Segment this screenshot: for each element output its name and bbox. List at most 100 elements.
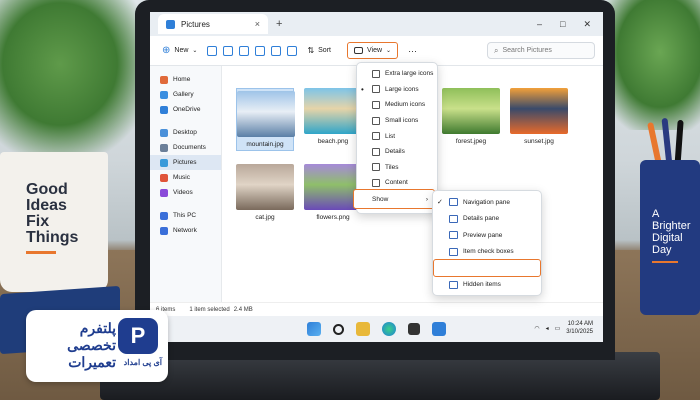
view-option-large-icons[interactable]: • Large icons [357,82,437,98]
badge-line: پلتفرم [79,320,116,336]
sidebar-item-onedrive[interactable]: OneDrive [150,102,221,117]
layout-icon [372,178,380,187]
view-option-extra-large-icons[interactable]: Extra large icons [357,66,437,82]
chevron-down-icon: ⌄ [386,48,392,54]
badge-line: تخصصی [67,337,116,353]
battery-icon[interactable]: ▭ [555,325,561,332]
plant [0,0,150,160]
mug-text: Digital [652,232,683,244]
view-option-details[interactable]: Details [357,144,437,160]
paste-icon[interactable] [239,45,250,56]
file-item[interactable]: forest.jpeg [442,88,500,145]
sidebar-item-network[interactable]: Network [150,223,221,238]
file-item[interactable]: sunset.jpg [510,88,568,145]
status-bar: 6 items 1 item selected 2.4 MB [150,302,603,316]
show-option-item-check-boxes[interactable]: Item check boxes [433,244,541,261]
desktop-icon [160,128,168,137]
mug-accent-bar [26,251,56,254]
new-label: New [174,47,189,54]
show-option-preview-pane[interactable]: Preview pane [433,227,541,244]
search-box[interactable]: ⌕ Search Pictures [487,42,595,59]
copy-icon[interactable] [223,45,234,56]
minimize-button[interactable]: – [537,19,542,30]
check-icon: ✓ [437,199,443,207]
sort-button[interactable]: ⇅ Sort [303,44,335,57]
sidebar-item-desktop[interactable]: Desktop [150,125,221,140]
sidebar-item-label: This PC [173,212,197,219]
close-tab-icon[interactable]: × [255,19,260,29]
file-item[interactable]: cat.jpg [236,164,294,221]
view-option-label: Medium icons [385,101,426,109]
search-input[interactable]: Search Pictures [502,47,551,54]
view-option-small-icons[interactable]: Small icons [357,113,437,129]
view-option-tiles[interactable]: Tiles [357,160,437,176]
sidebar-item-this-pc[interactable]: This PC [150,208,221,223]
sidebar-item-videos[interactable]: Videos [150,185,221,200]
start-icon[interactable] [307,322,321,336]
tab-pictures[interactable]: Pictures × [158,14,268,34]
clock[interactable]: 10:24 AM 3/10/2025 [566,320,593,336]
sidebar-item-label: OneDrive [173,106,201,113]
view-label: View [366,47,383,54]
view-button[interactable]: View ⌄ [346,42,399,59]
close-window-button[interactable]: ✕ [583,19,591,30]
layout-icon [372,163,380,172]
rename-icon[interactable] [255,45,266,56]
pictures-icon [160,158,168,167]
more-options-button[interactable]: ··· [408,46,417,56]
file-name-extensions-highlight [433,259,541,277]
videos-icon [160,188,168,197]
show-option-hidden-items[interactable]: Hidden items [433,277,541,294]
pictures-icon [166,19,175,29]
view-option-medium-icons[interactable]: Medium icons [357,97,437,113]
show-option-navigation-pane[interactable]: ✓ Navigation pane [433,194,541,211]
mug-brighter-day: A Brighter Digital Day [640,160,700,315]
file-thumbnail [510,88,568,134]
sidebar-item-label: Desktop [173,129,197,136]
badge-line: تعمیرات [68,354,116,370]
selection-info: 1 item selected [189,306,230,313]
system-tray: ◠ ◂ ▭ 10:24 AM 3/10/2025 [534,320,593,336]
sidebar-item-home[interactable]: Home [150,72,221,87]
show-menu-item[interactable]: Show › [353,189,435,209]
layout-icon [372,85,380,94]
mug-good-ideas: Good Ideas Fix Things [0,152,108,292]
sidebar-item-pictures[interactable]: Pictures [150,155,221,170]
file-item[interactable]: mountain.jpg [236,88,295,151]
selected-bullet-icon: • [361,84,364,94]
new-button[interactable]: ⊕ New ⌄ [158,43,201,58]
mug-text: Brighter [652,220,691,232]
gallery-icon [160,90,168,99]
store-icon[interactable] [408,323,420,335]
sidebar-item-documents[interactable]: Documents [150,140,221,155]
plus-icon: ⊕ [162,45,171,56]
volume-icon[interactable]: ◂ [546,325,549,332]
sidebar-item-gallery[interactable]: Gallery [150,87,221,102]
tab-label: Pictures [181,19,210,29]
cut-icon[interactable] [207,45,218,56]
search-icon[interactable] [333,323,344,335]
file-thumbnail [236,164,294,210]
sidebar-item-music[interactable]: Music [150,170,221,185]
maximize-button[interactable]: □ [560,19,565,30]
show-option-label: Hidden items [463,281,501,289]
file-name: forest.jpeg [455,138,487,145]
edge-icon[interactable] [382,322,396,336]
title-bar: Pictures × + – □ ✕ [150,12,603,36]
delete-icon[interactable] [287,45,298,56]
view-option-list[interactable]: List [357,128,437,144]
sidebar-item-label: Gallery [173,91,194,98]
show-option-details-pane[interactable]: Details pane [433,211,541,228]
file-explorer-icon[interactable] [356,322,370,336]
file-item[interactable]: beach.png [304,88,362,145]
sidebar-item-label: Music [173,174,190,181]
layout-icon [372,116,380,125]
pane-icon [449,198,458,207]
new-tab-button[interactable]: + [276,18,282,30]
view-option-label: Details [385,148,405,156]
share-icon[interactable] [271,45,282,56]
wifi-icon[interactable]: ◠ [534,325,539,332]
photos-icon[interactable] [432,322,446,336]
show-label: Show [372,195,389,203]
pencils [647,117,694,171]
